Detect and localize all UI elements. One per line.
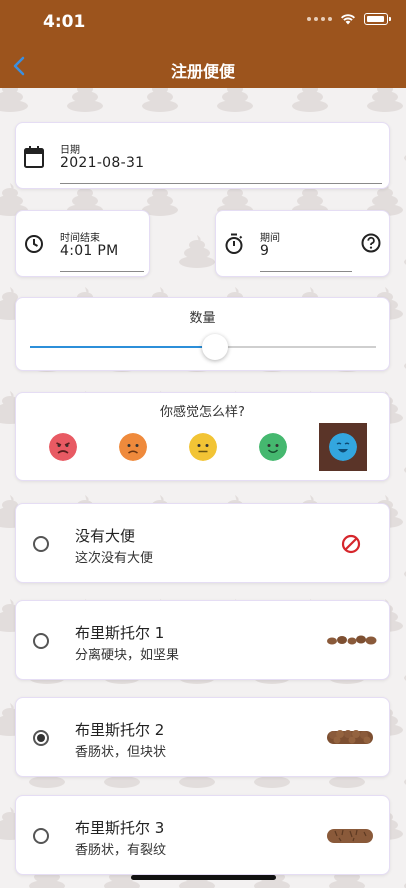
poop-pattern-icon: [402, 858, 406, 888]
stopwatch-icon: [225, 233, 243, 254]
date-field[interactable]: 日期 2021-08-31: [15, 122, 390, 189]
sad-face-icon[interactable]: [119, 433, 147, 461]
radio-button[interactable]: [33, 828, 49, 844]
status-time: 4:01: [43, 12, 86, 32]
mood-card: 你感觉怎么样?: [15, 392, 390, 481]
time-underline: [60, 271, 144, 272]
option-subtitle: 这次没有大便: [75, 551, 154, 566]
poop-pattern-icon: [402, 650, 406, 684]
date-value[interactable]: 2021-08-31: [60, 155, 144, 171]
slider-track-inactive: [215, 346, 376, 348]
poop-pattern-icon: [140, 88, 180, 112]
status-icons: [307, 13, 391, 25]
bristol-type1-icon: [327, 635, 377, 645]
poop-pattern-icon: [215, 88, 255, 112]
option-subtitle: 香肠状，但块状: [75, 745, 167, 760]
option-subtitle: 香肠状，有裂纹: [75, 843, 167, 858]
poop-pattern-icon: [402, 546, 406, 580]
poop-pattern-icon: [365, 88, 405, 112]
option-no-stool[interactable]: 没有大便 这次没有大便: [15, 503, 390, 583]
option-title: 布里斯托尔 3: [75, 819, 165, 837]
date-label: 日期: [60, 145, 80, 156]
duration-underline: [260, 271, 352, 272]
wifi-icon: [341, 14, 355, 25]
poop-pattern-icon: [402, 754, 406, 788]
duration-value[interactable]: 9: [260, 243, 269, 259]
no-entry-icon: [341, 534, 361, 554]
poop-pattern-icon: [402, 130, 406, 164]
duration-label: 期间: [260, 233, 280, 244]
time-value[interactable]: 4:01 PM: [60, 243, 119, 259]
slider-track-active: [30, 346, 215, 348]
amount-slider[interactable]: [30, 334, 376, 360]
amount-title: 数量: [189, 311, 216, 326]
poop-pattern-icon: [65, 88, 105, 112]
slider-thumb[interactable]: [202, 334, 228, 360]
radio-button[interactable]: [33, 536, 49, 552]
neutral-face-icon[interactable]: [189, 433, 217, 461]
help-circle-icon[interactable]: [361, 233, 381, 253]
signal-icon: [307, 17, 332, 21]
smile-face-icon[interactable]: [259, 433, 287, 461]
option-bristol-1[interactable]: 布里斯托尔 1 分离硬块，如坚果: [15, 600, 390, 680]
date-underline: [60, 183, 382, 184]
option-title: 布里斯托尔 2: [75, 721, 165, 739]
duration-field[interactable]: 期间 9: [215, 210, 390, 277]
time-field[interactable]: 时间结束 4:01 PM: [15, 210, 150, 277]
mood-title: 你感觉怎么样?: [160, 405, 245, 420]
poop-pattern-icon: [0, 88, 30, 112]
poop-pattern-icon: [177, 234, 217, 268]
battery-icon: [364, 13, 391, 25]
amount-card: 数量: [15, 297, 390, 371]
option-title: 没有大便: [75, 527, 136, 545]
app-header: 4:01 注册便便: [0, 0, 406, 88]
option-subtitle: 分离硬块，如坚果: [75, 648, 180, 663]
clock-icon: [25, 235, 43, 253]
happy-face-icon[interactable]: [329, 433, 357, 461]
page-title: 注册便便: [170, 62, 235, 81]
poop-pattern-icon: [402, 338, 406, 372]
calendar-icon: [24, 146, 44, 168]
radio-button[interactable]: [33, 730, 49, 746]
poop-pattern-icon: [402, 442, 406, 476]
radio-button[interactable]: [33, 633, 49, 649]
option-bristol-2[interactable]: 布里斯托尔 2 香肠状，但块状: [15, 697, 390, 777]
option-title: 布里斯托尔 1: [75, 624, 165, 642]
poop-pattern-icon: [402, 234, 406, 268]
time-label: 时间结束: [60, 233, 100, 244]
angry-face-icon[interactable]: [49, 433, 77, 461]
option-bristol-3[interactable]: 布里斯托尔 3 香肠状，有裂纹: [15, 795, 390, 875]
poop-pattern-icon: [290, 88, 330, 112]
home-indicator: [131, 875, 276, 880]
bristol-type2-icon: [327, 730, 373, 744]
bristol-type3-icon: [327, 829, 373, 843]
